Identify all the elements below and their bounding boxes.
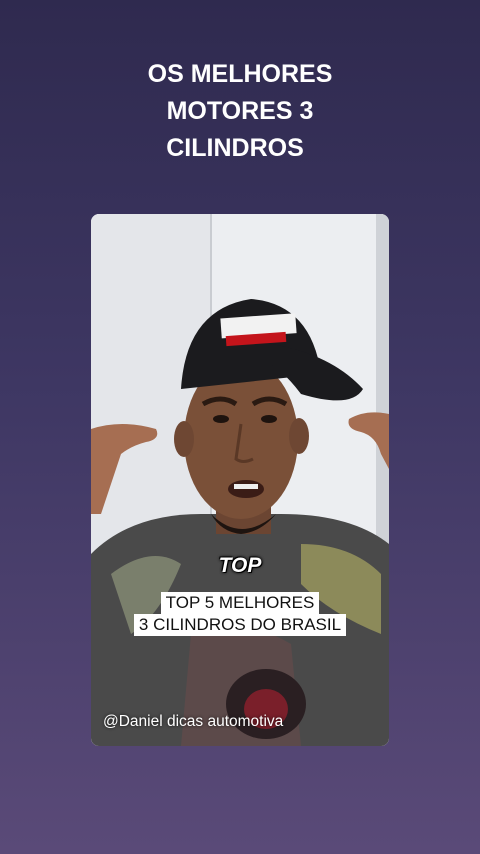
- caption-subtitle: TOP 5 MELHORES 3 CILINDROS DO BRASIL: [91, 592, 389, 636]
- caption-line-2: 3 CILINDROS DO BRASIL: [133, 614, 347, 636]
- left-ear: [174, 421, 194, 457]
- video-frame: [91, 214, 389, 746]
- headline-line-1: OS MELHORES: [147, 60, 333, 88]
- right-eye: [261, 415, 277, 423]
- caption-top-label: TOP: [218, 554, 262, 577]
- creator-watermark: @Daniel dicas automotiva: [103, 713, 284, 730]
- teeth: [234, 484, 258, 489]
- left-eye: [213, 415, 229, 423]
- headline-line-2: MOTORES 3: [166, 97, 314, 125]
- caption-line-1: TOP 5 MELHORES: [160, 592, 320, 614]
- video-player[interactable]: TOP TOP 5 MELHORES 3 CILINDROS DO BRASIL…: [91, 214, 389, 746]
- page-headline: OS MELHORES MOTORES 3 CILINDROS: [0, 56, 480, 167]
- headline-line-3: CILINDROS: [166, 134, 304, 162]
- right-ear: [289, 418, 309, 454]
